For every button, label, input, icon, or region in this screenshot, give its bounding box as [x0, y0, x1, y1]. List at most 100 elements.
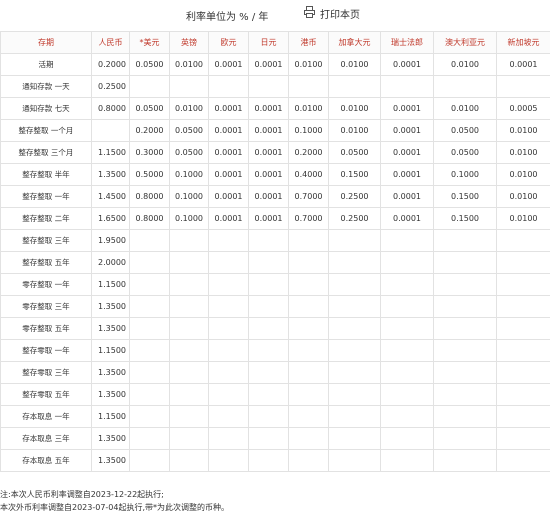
- rate-cell: [129, 251, 170, 274]
- rate-cell: 1.1500: [91, 141, 130, 164]
- rate-cell: [129, 229, 170, 252]
- rate-cell: [496, 383, 550, 406]
- table-row: 整存整取 三年 1.9500: [0, 229, 550, 252]
- table-row: 存本取息 一年 1.1500: [0, 405, 550, 428]
- rate-cell: [129, 273, 170, 296]
- rate-cell: [433, 405, 497, 428]
- rate-cell: [208, 75, 249, 98]
- term-cell: 整存整取 半年: [0, 163, 92, 186]
- rate-cell: 0.0001: [208, 53, 249, 76]
- rate-cell: [433, 339, 497, 362]
- rate-cell: [328, 251, 381, 274]
- rate-cell: 0.0005: [496, 97, 550, 120]
- rate-cell: [129, 405, 170, 428]
- rate-cell: [433, 229, 497, 252]
- rate-cell: [380, 361, 434, 384]
- rate-cell: 0.0001: [208, 97, 249, 120]
- rate-cell: [169, 427, 209, 450]
- column-header: 存期: [0, 31, 92, 54]
- print-page-button[interactable]: 打印本页: [304, 6, 360, 21]
- rate-cell: [496, 251, 550, 274]
- rate-cell: [496, 405, 550, 428]
- rate-cell: 0.0001: [248, 163, 289, 186]
- table-row: 活期 0.2000 0.0500 0.0100 0.0001 0.0001 0.0100 0.…: [0, 53, 550, 76]
- rate-cell: 1.4500: [91, 185, 130, 208]
- rate-unit-label: 利率单位为 % / 年: [186, 12, 269, 23]
- rate-cell: 0.0100: [496, 141, 550, 164]
- rate-cell: 0.0100: [328, 97, 381, 120]
- rate-cell: [208, 251, 249, 274]
- rate-cell: [496, 361, 550, 384]
- column-header: *美元: [129, 31, 170, 54]
- rate-cell: [129, 427, 170, 450]
- rate-cell: 0.0001: [248, 141, 289, 164]
- rate-cell: [380, 405, 434, 428]
- rate-cell: [328, 449, 381, 472]
- rate-cell: [380, 383, 434, 406]
- rate-cell: [91, 119, 130, 142]
- table-row: 整存整取 一年 1.4500 0.8000 0.1000 0.0001 0.0001 0.7…: [0, 185, 550, 208]
- rate-cell: 0.0100: [433, 53, 497, 76]
- rate-cell: [328, 361, 381, 384]
- term-cell: 零存整取 三年: [0, 295, 92, 318]
- term-cell: 活期: [0, 53, 92, 76]
- rate-cell: [328, 383, 381, 406]
- term-cell: 零存整取 五年: [0, 317, 92, 340]
- term-cell: 整存零取 一年: [0, 339, 92, 362]
- rate-cell: [433, 361, 497, 384]
- table-row: 通知存款 七天 0.8000 0.0500 0.0100 0.0001 0.0001 0.0…: [0, 97, 550, 120]
- rate-notes: 注:本次人民币利率调整自2023-12-22起执行; 本次外币利率调整自2023…: [0, 488, 229, 514]
- rate-cell: [129, 383, 170, 406]
- rate-cell: 0.5000: [129, 163, 170, 186]
- rate-cell: [208, 339, 249, 362]
- rate-cell: 0.2500: [328, 185, 381, 208]
- rate-cell: 0.2500: [91, 75, 130, 98]
- rate-cell: 0.2000: [129, 119, 170, 142]
- rate-cell: 0.2500: [328, 207, 381, 230]
- rate-cell: 0.1000: [169, 185, 209, 208]
- rate-cell: [380, 295, 434, 318]
- rate-cell: [248, 317, 289, 340]
- rate-cell: [169, 273, 209, 296]
- rate-cell: [208, 405, 249, 428]
- term-cell: 零存整取 一年: [0, 273, 92, 296]
- rate-cell: 0.0001: [208, 207, 249, 230]
- note-cny-adjustment: 注:本次人民币利率调整自2023-12-22起执行;: [0, 490, 164, 499]
- rate-cell: [328, 427, 381, 450]
- rate-cell: [248, 75, 289, 98]
- rate-cell: 0.8000: [91, 97, 130, 120]
- rate-cell: [288, 339, 329, 362]
- rate-cell: [248, 405, 289, 428]
- rate-cell: 1.3500: [91, 163, 130, 186]
- rate-cell: [248, 295, 289, 318]
- rate-cell: [288, 383, 329, 406]
- rate-cell: [496, 75, 550, 98]
- rate-cell: 1.1500: [91, 273, 130, 296]
- rate-cell: [380, 339, 434, 362]
- rate-cell: 0.0001: [208, 185, 249, 208]
- rate-cell: [288, 295, 329, 318]
- rate-cell: [380, 449, 434, 472]
- rate-cell: [208, 361, 249, 384]
- rate-cell: [169, 339, 209, 362]
- rate-cell: [288, 75, 329, 98]
- column-header: 日元: [248, 31, 289, 54]
- rate-cell: [496, 427, 550, 450]
- rate-cell: 1.3500: [91, 361, 130, 384]
- rate-cell: [248, 361, 289, 384]
- rate-cell: 0.0100: [496, 163, 550, 186]
- rate-cell: [248, 427, 289, 450]
- rate-cell: [288, 361, 329, 384]
- table-row: 整存整取 一个月 0.2000 0.0500 0.0001 0.0001 0.1000 0.…: [0, 119, 550, 142]
- rate-cell: 0.0100: [496, 185, 550, 208]
- term-cell: 存本取息 一年: [0, 405, 92, 428]
- table-row: 整存零取 五年 1.3500: [0, 383, 550, 406]
- term-cell: 通知存款 七天: [0, 97, 92, 120]
- column-header: 英镑: [169, 31, 209, 54]
- column-header: 加拿大元: [328, 31, 381, 54]
- rate-cell: 0.1500: [328, 163, 381, 186]
- rate-cell: 0.2000: [91, 53, 130, 76]
- rate-cell: 0.0001: [380, 141, 434, 164]
- rate-cell: [169, 317, 209, 340]
- rate-cell: [496, 339, 550, 362]
